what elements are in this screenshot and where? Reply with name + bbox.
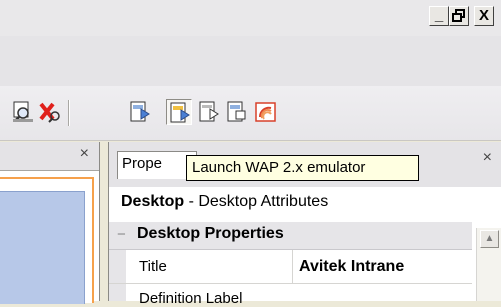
row-gutter: [109, 284, 126, 301]
tab-properties[interactable]: Prope: [117, 151, 197, 179]
property-category-row[interactable]: − Desktop Properties: [109, 222, 472, 250]
emulator-icon-3[interactable]: [196, 99, 222, 125]
search-doc-icon[interactable]: [10, 99, 36, 125]
properties-heading: Desktop - Desktop Attributes: [121, 193, 328, 211]
selected-region[interactable]: [0, 191, 85, 304]
property-row[interactable]: Title Avitek Intrane: [109, 250, 472, 284]
launch-wap2-emulator-icon[interactable]: [166, 99, 192, 125]
wireless-icon[interactable]: [253, 99, 279, 125]
toolbar: [0, 86, 501, 141]
restore-icon: [452, 9, 465, 22]
toolbar-separator: [68, 100, 70, 126]
launch-wap1-emulator-icon[interactable]: [127, 99, 153, 125]
row-gutter: [109, 250, 126, 283]
property-value[interactable]: Avitek Intrane: [292, 250, 472, 283]
close-properties-pane-icon[interactable]: ×: [483, 149, 492, 167]
close-editor-pane-icon[interactable]: ×: [80, 145, 89, 163]
editor-pane-header: ×: [0, 142, 99, 171]
vertical-scrollbar[interactable]: ▲: [476, 228, 501, 301]
scroll-up-button[interactable]: ▲: [480, 230, 499, 248]
properties-heading-description: - Desktop Attributes: [184, 193, 329, 210]
property-name: Definition Label: [139, 290, 243, 307]
menu-bar-area: [0, 36, 501, 86]
property-name: Title: [139, 258, 167, 275]
properties-heading-object: Desktop: [121, 193, 185, 210]
minimize-button[interactable]: _: [429, 6, 449, 26]
close-window-button[interactable]: X: [474, 6, 494, 26]
editor-canvas[interactable]: [0, 177, 94, 304]
property-category-label: Desktop Properties: [137, 225, 284, 242]
property-sheet: − Desktop Properties Title Avitek Intran…: [109, 222, 472, 307]
emulator-icon-4[interactable]: [224, 99, 250, 125]
window-title-bar: _ X: [0, 0, 501, 36]
restore-button[interactable]: [449, 6, 469, 26]
editor-pane: ×: [0, 142, 100, 304]
delete-icon[interactable]: [37, 99, 63, 125]
property-row[interactable]: Definition Label: [109, 284, 472, 307]
collapse-icon[interactable]: −: [117, 226, 126, 243]
tooltip: Launch WAP 2.x emulator: [186, 155, 419, 181]
